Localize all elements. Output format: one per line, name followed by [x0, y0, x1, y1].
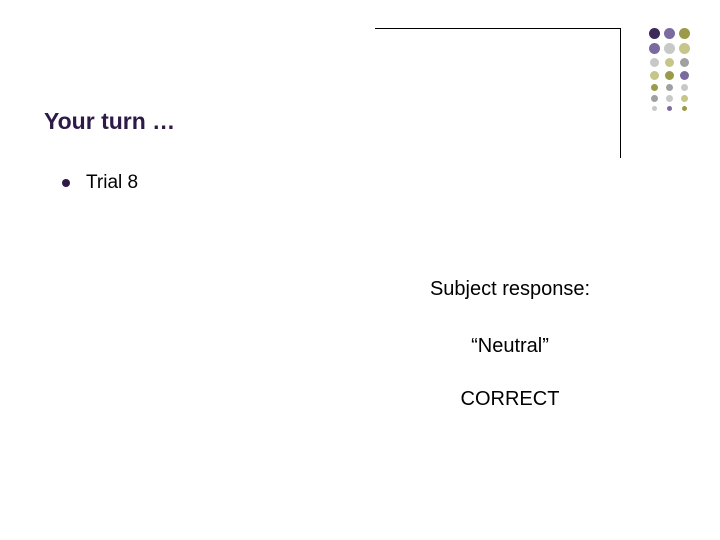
dot-icon	[650, 71, 659, 80]
vertical-rule	[620, 28, 621, 158]
dot-icon	[652, 106, 657, 111]
dot-icon	[664, 43, 675, 54]
horizontal-rule	[375, 28, 620, 29]
bullet-icon	[62, 179, 70, 187]
dot-icon	[664, 28, 675, 39]
dot-icon	[666, 95, 673, 102]
response-result: CORRECT	[300, 388, 720, 411]
response-label: Subject response:	[300, 278, 720, 301]
dot-icon	[679, 43, 690, 54]
bullet-label: Trial 8	[86, 172, 138, 194]
dot-icon	[681, 84, 688, 91]
deco-col	[664, 28, 675, 111]
deco-col	[649, 28, 660, 111]
dot-icon	[650, 58, 659, 67]
slide-title: Your turn …	[44, 108, 175, 135]
response-value: “Neutral”	[300, 335, 720, 358]
dot-icon	[681, 95, 688, 102]
dot-icon	[665, 58, 674, 67]
dot-icon	[666, 84, 673, 91]
deco-col	[679, 28, 690, 111]
dot-icon	[649, 43, 660, 54]
dot-icon	[651, 95, 658, 102]
response-block: Subject response: “Neutral” CORRECT	[0, 278, 720, 411]
decorative-dot-grid	[649, 28, 690, 111]
slide: Your turn … Trial 8 Subject response: “N…	[0, 0, 720, 540]
dot-icon	[679, 28, 690, 39]
bullet-item: Trial 8	[62, 172, 138, 194]
dot-icon	[665, 71, 674, 80]
dot-icon	[649, 28, 660, 39]
dot-icon	[651, 84, 658, 91]
dot-icon	[680, 58, 689, 67]
dot-icon	[680, 71, 689, 80]
dot-icon	[667, 106, 672, 111]
dot-icon	[682, 106, 687, 111]
